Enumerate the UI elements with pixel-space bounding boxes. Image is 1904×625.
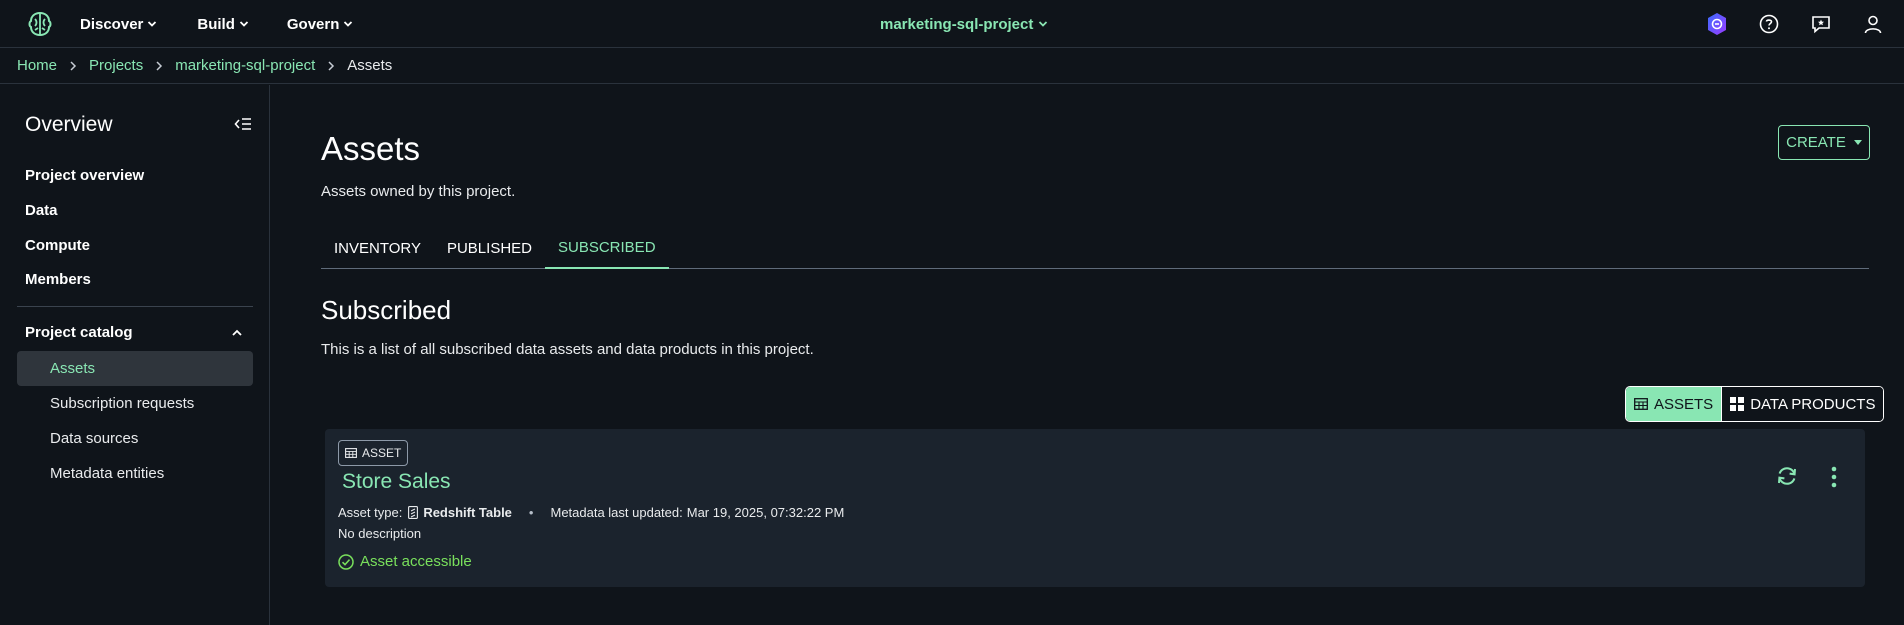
chevron-right-icon: [156, 60, 163, 71]
sidebar-item-data-sources[interactable]: Data sources: [17, 421, 253, 456]
breadcrumb: Home Projects marketing-sql-project Asse…: [0, 48, 1904, 84]
sidebar-item-data[interactable]: Data: [25, 202, 58, 219]
main-content: Assets Assets owned by this project. CRE…: [271, 85, 1904, 625]
sidebar: Overview Project overview Data Compute M…: [0, 85, 270, 625]
chevron-down-icon: [344, 21, 353, 27]
sidebar-item-assets[interactable]: Assets: [17, 351, 253, 386]
collapse-sidebar-icon[interactable]: [234, 116, 252, 132]
grid-icon: [1730, 397, 1745, 411]
toggle-data-products-button[interactable]: DATA PRODUCTS: [1721, 387, 1884, 421]
asset-meta: Asset type: Redshift Table • Metadata la…: [338, 505, 844, 520]
toggle-assets-label: ASSETS: [1654, 395, 1714, 413]
nav-discover-label: Discover: [80, 15, 144, 33]
tab-inventory[interactable]: INVENTORY: [321, 227, 434, 269]
view-toggle: ASSETS DATA PRODUCTS: [1625, 386, 1885, 422]
chevron-right-icon: [328, 60, 335, 71]
more-options-icon[interactable]: [1829, 465, 1839, 489]
section-title: Subscribed: [321, 295, 452, 325]
breadcrumb-project[interactable]: marketing-sql-project: [175, 57, 315, 74]
metadata-updated-label: Metadata last updated:: [550, 505, 683, 520]
sidebar-item-subscription-requests[interactable]: Subscription requests: [17, 386, 253, 421]
sidebar-divider: [17, 306, 253, 307]
chevron-right-icon: [70, 60, 77, 71]
breadcrumb-projects[interactable]: Projects: [89, 57, 143, 74]
asset-type-label: Asset type:: [338, 505, 403, 520]
redshift-table-icon: [408, 506, 419, 519]
breadcrumb-home[interactable]: Home: [17, 57, 57, 74]
nav-discover[interactable]: Discover: [80, 16, 157, 33]
project-switcher[interactable]: marketing-sql-project: [880, 0, 1048, 48]
table-icon: [345, 448, 357, 458]
page-description: Assets owned by this project.: [321, 183, 516, 200]
nav-build-label: Build: [197, 15, 235, 33]
asset-type-value: Redshift Table: [423, 505, 512, 520]
sidebar-item-members[interactable]: Members: [25, 271, 91, 288]
project-switcher-label: marketing-sql-project: [880, 15, 1034, 33]
sidebar-section-label: Project catalog: [25, 324, 133, 341]
feedback-icon[interactable]: [1810, 13, 1832, 35]
user-icon[interactable]: [1862, 13, 1884, 35]
metadata-updated-value: Mar 19, 2025, 07:32:22 PM: [686, 505, 845, 520]
top-nav: Discover Build Govern: [80, 0, 393, 48]
chevron-up-icon: [232, 329, 242, 336]
chevron-down-icon: [1039, 21, 1048, 27]
asset-badge-label: ASSET: [362, 446, 402, 460]
create-button[interactable]: CREATE: [1778, 125, 1870, 160]
caret-down-icon: [1853, 139, 1862, 145]
sidebar-item-compute[interactable]: Compute: [25, 237, 90, 254]
breadcrumb-current: Assets: [347, 57, 393, 74]
asset-status-label: Asset accessible: [360, 553, 472, 570]
sidebar-title: Overview: [25, 113, 113, 136]
nav-build[interactable]: Build: [197, 16, 249, 33]
page-title: Assets: [321, 130, 421, 167]
tab-published[interactable]: PUBLISHED: [434, 227, 545, 269]
create-button-label: CREATE: [1786, 134, 1846, 151]
nav-govern[interactable]: Govern: [287, 16, 354, 33]
chevron-down-icon: [148, 21, 157, 27]
shield-hexagon-icon[interactable]: [1706, 13, 1728, 35]
sidebar-section-project-catalog[interactable]: Project catalog: [25, 324, 243, 341]
tab-subscribed[interactable]: SUBSCRIBED: [545, 227, 669, 269]
sidebar-item-metadata-entities[interactable]: Metadata entities: [17, 456, 253, 491]
asset-type-badge: ASSET: [338, 440, 409, 466]
chevron-down-icon: [239, 21, 249, 27]
app-logo-icon[interactable]: [26, 10, 54, 38]
nav-govern-label: Govern: [286, 15, 340, 33]
toggle-data-products-label: DATA PRODUCTS: [1750, 395, 1876, 413]
table-icon: [1634, 398, 1648, 410]
asset-description: No description: [338, 526, 422, 541]
section-description: This is a list of all subscribed data as…: [321, 341, 814, 358]
top-navigation-bar: Discover Build Govern marketing-sql-proj…: [0, 0, 1904, 48]
asset-card: ASSET Store Sales Asset type: Redshift T…: [325, 429, 1865, 587]
asset-status: Asset accessible: [338, 553, 472, 570]
sidebar-item-project-overview[interactable]: Project overview: [25, 167, 144, 184]
check-circle-icon: [338, 553, 354, 570]
asset-title-link[interactable]: Store Sales: [342, 470, 451, 494]
refresh-icon[interactable]: [1775, 464, 1799, 488]
meta-separator: •: [528, 505, 534, 520]
toggle-assets-button[interactable]: ASSETS: [1626, 387, 1722, 421]
asset-tabs: INVENTORY PUBLISHED SUBSCRIBED: [321, 227, 1869, 269]
help-icon[interactable]: [1758, 13, 1780, 35]
top-icons: [1706, 0, 1904, 48]
